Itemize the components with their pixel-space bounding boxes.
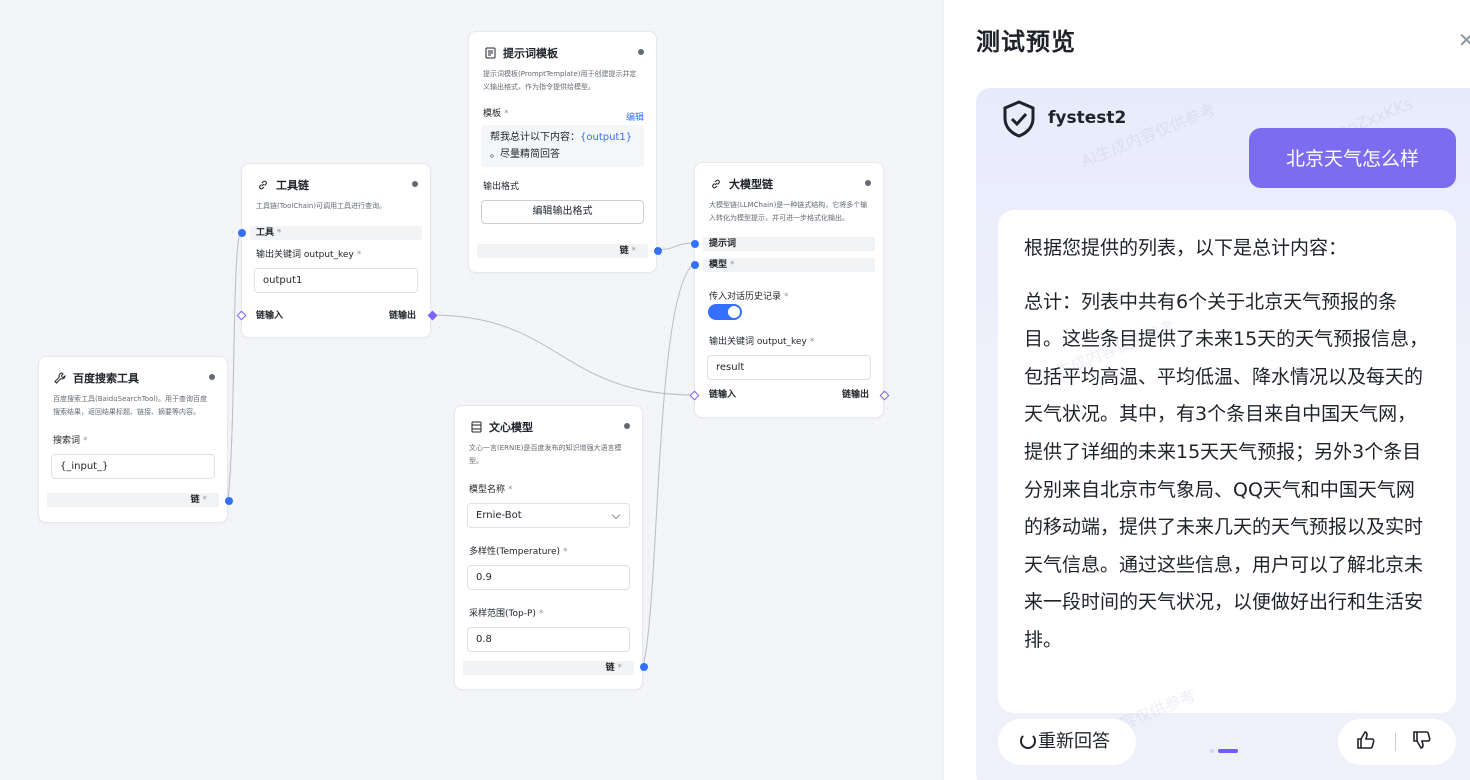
chain-io-bar: 链输入 链输出 — [250, 309, 422, 323]
edge-prompt-to-llm — [656, 242, 695, 251]
link-icon — [709, 177, 723, 191]
chain-output-port[interactable] — [640, 663, 648, 671]
tool-port-bar: 工具 * — [250, 226, 422, 240]
port-bar: 链 * — [463, 661, 634, 675]
page-indicator — [1210, 738, 1242, 757]
node-status-dot — [865, 180, 871, 186]
node-llm-chain[interactable]: 大模型链 大模型链(LLMChain)是一种链式结构，它将多个输入转化为模型提示… — [689, 162, 890, 418]
search-term-input[interactable]: {_input_} — [51, 454, 215, 479]
node-description: 大模型链(LLMChain)是一种链式结构，它将多个输入转化为模型提示，并可进一… — [709, 201, 868, 222]
node-title: 提示词模板 — [503, 47, 558, 60]
edit-template-link[interactable]: 编辑 — [626, 110, 644, 123]
node-status-dot — [624, 423, 630, 429]
port-bar: 链 * — [477, 244, 648, 258]
field-label: 输出格式 — [483, 182, 520, 192]
model-name-select[interactable]: Ernie-Bot — [467, 503, 630, 528]
prompt-port-bar: 提示词 — [703, 237, 875, 251]
chain-output-port[interactable] — [879, 390, 890, 401]
assistant-answer: 根据您提供的列表，以下是总计内容： 总计：列表中共有6个关于北京天气预报的条目。… — [998, 210, 1456, 713]
bot-name: fystest2 — [1048, 108, 1127, 128]
template-preview[interactable]: 帮我总计以下内容：{output1} 。尽量精简回答 — [481, 125, 644, 167]
field-label: 输出关键词 output_key * — [709, 337, 815, 347]
model-input-port[interactable] — [691, 261, 699, 269]
model-port-bar: 模型 * — [703, 258, 875, 272]
chain-output-port[interactable] — [225, 497, 233, 505]
model-icon — [469, 420, 483, 434]
prompt-input-port[interactable] — [691, 240, 699, 248]
edge-toolchain-to-llm — [430, 314, 695, 396]
chain-io-bar: 链输入 链输出 — [703, 388, 875, 402]
chevron-down-icon — [611, 510, 621, 520]
node-title: 大模型链 — [729, 178, 773, 191]
answer-paragraph: 根据您提供的列表，以下是总计内容： — [1024, 237, 1348, 259]
node-title: 文心模型 — [489, 421, 533, 434]
field-label: 采样范围(Top-P) * — [469, 609, 544, 619]
node-description: 文心一言(ERNIE)是百度发布的知识增强大语言模型。 — [469, 444, 622, 465]
port-bar: 链 * — [47, 493, 219, 507]
flow-canvas[interactable]: 百度搜索工具 百度搜索工具(BaiduSearchTool)。用于查询百度搜索结… — [0, 0, 943, 780]
link-icon — [256, 178, 270, 192]
field-label: 多样性(Temperature) * — [469, 547, 568, 557]
field-label: 传入对话历史记录 * — [709, 292, 789, 302]
shield-check-icon — [1002, 100, 1036, 142]
field-label: 输出关键词 output_key * — [256, 250, 362, 260]
node-status-dot — [209, 374, 215, 380]
chain-output-port[interactable] — [654, 247, 662, 255]
document-icon — [483, 46, 497, 60]
refresh-icon — [1020, 733, 1036, 749]
node-status-dot — [412, 181, 418, 187]
chain-input-port[interactable] — [236, 310, 247, 321]
feedback-group — [1338, 719, 1456, 765]
node-title: 百度搜索工具 — [73, 372, 139, 385]
tool-input-port[interactable] — [238, 229, 246, 237]
history-toggle[interactable] — [708, 304, 742, 320]
chain-input-port[interactable] — [689, 390, 700, 401]
thumb-up-icon[interactable] — [1356, 730, 1376, 755]
field-label: 模型名称 * — [469, 485, 513, 495]
wrench-icon — [53, 371, 67, 385]
answer-paragraph: 总计：列表中共有6个关于北京天气预报的条目。这些条目提供了未来15天的天气预报信… — [1024, 290, 1429, 651]
node-wenxin-model[interactable]: 文心模型 文心一言(ERNIE)是百度发布的知识增强大语言模型。 模型名称 * E… — [454, 405, 648, 690]
edit-output-format-button[interactable]: 编辑输出格式 — [481, 200, 644, 224]
divider — [1395, 733, 1396, 751]
node-status-dot — [638, 49, 644, 55]
chain-output-port[interactable] — [427, 310, 438, 321]
top-p-input[interactable]: 0.8 — [467, 627, 630, 652]
node-description: 工具链(ToolChain)可调用工具进行查询。 — [256, 202, 387, 210]
panel-title: 测试预览 — [976, 28, 1076, 56]
node-title: 工具链 — [276, 179, 309, 192]
edge-wenxin-to-llm — [642, 263, 695, 667]
node-description: 百度搜索工具(BaiduSearchTool)。用于查询百度搜索结果，返回结果标… — [53, 395, 208, 416]
output-key-input[interactable]: result — [707, 355, 871, 380]
output-key-input[interactable]: output1 — [254, 268, 418, 293]
node-toolchain[interactable]: 工具链 工具链(ToolChain)可调用工具进行查询。 工具 * 输出关键词 … — [236, 163, 438, 338]
regenerate-button[interactable]: 重新回答 — [998, 719, 1136, 765]
test-preview-panel: 测试预览 ✕ AI生成内容仅供参考 aoZxxKKs fystest2 北京天气… — [943, 0, 1470, 780]
thumb-down-icon[interactable] — [1412, 730, 1432, 755]
field-label: 搜索词 * — [53, 436, 88, 446]
node-prompt-template[interactable]: 提示词模板 提示词模板(PromptTemplate)用于创建提示并定义输出格式… — [468, 31, 662, 273]
node-description: 提示词模板(PromptTemplate)用于创建提示并定义输出格式，作为指令提… — [483, 70, 637, 91]
temperature-input[interactable]: 0.9 — [467, 565, 630, 590]
user-message: 北京天气怎么样 — [1249, 128, 1456, 188]
close-icon[interactable]: ✕ — [1458, 28, 1470, 52]
node-baidu-search[interactable]: 百度搜索工具 百度搜索工具(BaiduSearchTool)。用于查询百度搜索结… — [38, 356, 233, 523]
edge-baidu-to-toolchain — [227, 231, 241, 501]
chat-window: AI生成内容仅供参考 aoZxxKKs fystest2 北京天气怎么样 根据您… — [976, 88, 1470, 780]
